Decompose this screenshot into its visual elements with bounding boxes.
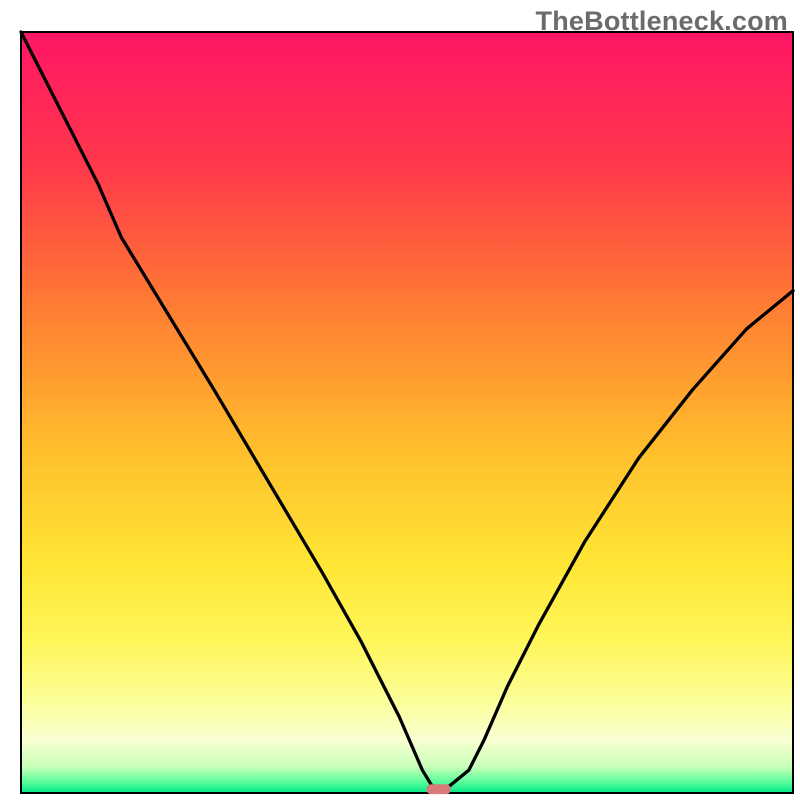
plot-background bbox=[21, 32, 793, 793]
bottleneck-chart bbox=[0, 0, 800, 800]
target-marker bbox=[426, 784, 451, 794]
chart-stage: TheBottleneck.com bbox=[0, 0, 800, 800]
watermark-text: TheBottleneck.com bbox=[536, 6, 788, 37]
